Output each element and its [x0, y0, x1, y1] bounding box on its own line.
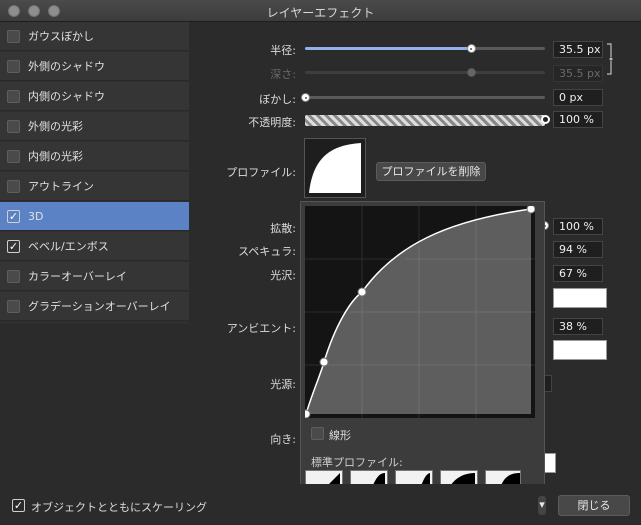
ambient-color-swatch[interactable] [553, 340, 607, 360]
inner-glow-checkbox[interactable] [7, 149, 20, 163]
ambient-label: アンビエント: [226, 322, 296, 335]
sidebar-item-label: ガウスぼかし [28, 30, 94, 43]
profile-label: プロファイル: [226, 166, 296, 179]
standard-profiles-label: 標準プロファイル: [311, 456, 403, 469]
color-overlay-checkbox[interactable] [7, 269, 20, 283]
inner-shadow-checkbox[interactable] [7, 89, 20, 103]
sidebar-item-color-overlay[interactable]: カラーオーバーレイ [0, 262, 189, 291]
outer-glow-checkbox[interactable] [7, 119, 20, 133]
title-bar: レイヤーエフェクト [0, 0, 641, 22]
sidebar-item-label: ベベル/エンボス [28, 240, 109, 253]
blur-slider-knob[interactable] [301, 93, 310, 102]
curve-node[interactable] [305, 409, 311, 418]
3d-checkbox[interactable]: ✓ [7, 209, 20, 223]
gaussian-blur-checkbox[interactable] [7, 29, 20, 43]
gradient-overlay-checkbox[interactable] [7, 299, 20, 313]
opacity-value-field[interactable]: 100 % [553, 111, 603, 128]
sidebar-item-gradient-overlay[interactable]: グラデーションオーバーレイ [0, 292, 189, 321]
sidebar-item-label: カラーオーバーレイ [28, 270, 127, 283]
linear-label: 線形 [329, 429, 351, 442]
curve-node[interactable] [526, 206, 535, 214]
linear-checkbox[interactable] [311, 427, 324, 440]
sidebar-item-outer-shadow[interactable]: 外側のシャドウ [0, 52, 189, 81]
profile-curve-editor[interactable] [305, 206, 535, 418]
footer-bar: ✓ オブジェクトとともにスケーリング ▾ 閉じる [0, 484, 641, 525]
delete-profile-button[interactable]: プロファイルを削除 [376, 162, 486, 181]
radius-label: 半径: [270, 44, 296, 57]
depth-slider [305, 71, 545, 74]
sidebar-item-3d[interactable]: ✓ 3D [0, 202, 189, 231]
blur-value-field[interactable]: 0 px [553, 89, 603, 106]
light-source-label: 光源: [270, 378, 296, 391]
blur-slider[interactable] [305, 96, 545, 99]
sidebar-item-label: 内側のシャドウ [28, 90, 105, 103]
radius-value-field[interactable]: 35.5 px [553, 41, 603, 58]
specular-label: スペキュラ: [238, 245, 296, 258]
direction-label: 向き: [270, 433, 296, 446]
gloss-value-field[interactable]: 67 % [553, 265, 603, 282]
opacity-label: 不透明度: [248, 116, 296, 129]
effects-sidebar: ガウスぼかし 外側のシャドウ 内側のシャドウ 外側の光彩 内側の光彩 アウトライ… [0, 22, 189, 324]
link-icon[interactable] [605, 42, 615, 76]
ambient-value-field[interactable]: 38 % [553, 318, 603, 335]
depth-slider-knob [466, 68, 476, 77]
gloss-label: 光沢: [270, 269, 296, 282]
profile-curve-thumb [309, 143, 361, 193]
scale-with-object-label: オブジェクトとともにスケーリング [31, 501, 207, 514]
blur-label: ぼかし: [259, 93, 296, 106]
opacity-slider-knob[interactable] [541, 115, 550, 124]
specular-color-swatch[interactable] [553, 288, 607, 308]
bevel-emboss-checkbox[interactable]: ✓ [7, 239, 20, 253]
sidebar-item-inner-glow[interactable]: 内側の光彩 [0, 142, 189, 171]
sidebar-item-outline[interactable]: アウトライン [0, 172, 189, 201]
sidebar-item-label: アウトライン [28, 180, 94, 193]
sidebar-item-outer-glow[interactable]: 外側の光彩 [0, 112, 189, 141]
sidebar-item-bevel-emboss[interactable]: ✓ ベベル/エンボス [0, 232, 189, 261]
depth-label: 深さ: [270, 68, 296, 81]
specular-value-field[interactable]: 94 % [553, 241, 603, 258]
sidebar-item-label: 外側の光彩 [28, 120, 83, 133]
sidebar-item-gaussian-blur[interactable]: ガウスぼかし [0, 22, 189, 51]
profile-thumbnail[interactable] [304, 138, 366, 198]
outer-shadow-checkbox[interactable] [7, 59, 20, 73]
diffuse-label: 拡散: [270, 222, 296, 235]
radius-slider-knob[interactable] [466, 44, 476, 53]
footer-dropdown-arrow[interactable]: ▾ [538, 496, 546, 515]
scale-with-object-checkbox[interactable]: ✓ [12, 499, 25, 512]
sidebar-item-label: 3D [28, 209, 44, 223]
depth-value-field: 35.5 px [553, 65, 603, 82]
sidebar-item-label: 外側のシャドウ [28, 60, 105, 73]
radius-slider-fill [305, 47, 471, 50]
curve-node[interactable] [357, 287, 367, 297]
opacity-slider[interactable] [305, 115, 545, 126]
sidebar-item-label: グラデーションオーバーレイ [28, 300, 171, 313]
diffuse-value-field[interactable]: 100 % [553, 218, 603, 235]
close-button[interactable]: 閉じる [558, 495, 630, 516]
sidebar-item-label: 内側の光彩 [28, 150, 83, 163]
window-title: レイヤーエフェクト [266, 6, 375, 20]
curve-node[interactable] [319, 357, 329, 367]
outline-checkbox[interactable] [7, 179, 20, 193]
sidebar-item-inner-shadow[interactable]: 内側のシャドウ [0, 82, 189, 111]
